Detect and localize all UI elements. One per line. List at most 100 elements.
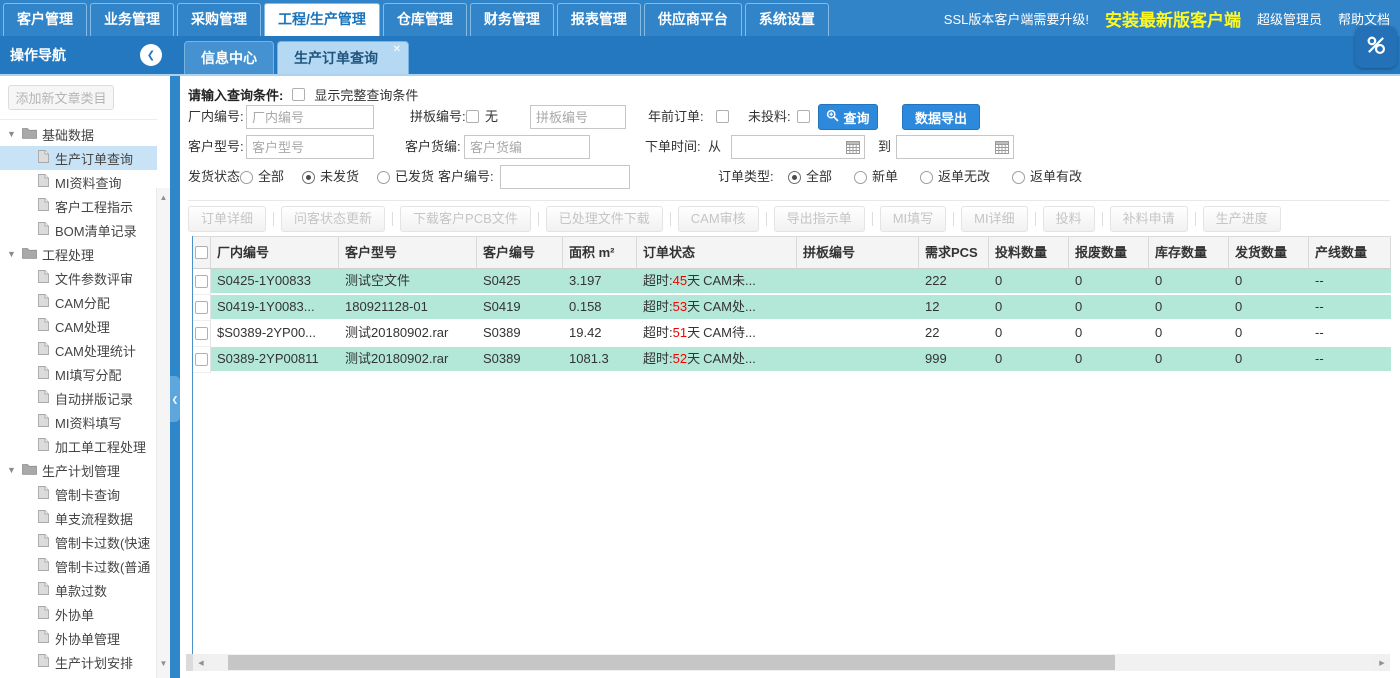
radio-option[interactable]: 返单有改: [1012, 164, 1082, 190]
tree-item[interactable]: 外协单管理: [0, 626, 157, 650]
calendar-icon[interactable]: [995, 141, 1009, 154]
tree-folder[interactable]: ▼ 生产计划管理: [0, 458, 157, 482]
select-all-header[interactable]: [193, 236, 211, 269]
show-full-conditions-checkbox[interactable]: [292, 88, 305, 101]
tree-item[interactable]: 单款过数: [0, 578, 157, 602]
select-all-checkbox[interactable]: [195, 246, 208, 259]
nav-tab[interactable]: 供应商平台: [644, 3, 742, 36]
radio-option[interactable]: 返单无改: [920, 164, 990, 190]
customer-no-input[interactable]: [500, 165, 630, 189]
nav-tab[interactable]: 仓库管理: [383, 3, 467, 36]
service-float-button[interactable]: [1355, 26, 1397, 68]
tree-item[interactable]: MI填写分配: [0, 362, 157, 386]
tree-item[interactable]: 单支流程数据: [0, 506, 157, 530]
column-header[interactable]: 客户编号: [477, 236, 563, 269]
column-header[interactable]: 厂内编号: [211, 236, 339, 269]
nav-tab[interactable]: 系统设置: [745, 3, 829, 36]
customer-model-input[interactable]: [246, 135, 374, 159]
tree-item[interactable]: CAM处理统计: [0, 338, 157, 362]
radio-icon[interactable]: [1012, 171, 1025, 184]
column-header[interactable]: 订单状态: [637, 236, 797, 269]
tree-item[interactable]: BOM清单记录: [0, 218, 157, 242]
column-header[interactable]: 拼板编号: [797, 236, 919, 269]
radio-icon[interactable]: [788, 171, 801, 184]
tree-item[interactable]: MI资料填写: [0, 410, 157, 434]
tree-item[interactable]: 生产命书查询: [0, 674, 157, 678]
nav-tab[interactable]: 报表管理: [557, 3, 641, 36]
nav-tab[interactable]: 客户管理: [3, 3, 87, 36]
pre-year-order-checkbox[interactable]: [716, 110, 729, 123]
horizontal-scrollbar[interactable]: ◀ ▶: [186, 654, 1390, 671]
tree-item[interactable]: MI资料查询: [0, 170, 157, 194]
row-checkbox[interactable]: [195, 275, 208, 288]
radio-option[interactable]: 未发货: [302, 164, 359, 190]
current-user[interactable]: 超级管理员: [1257, 9, 1322, 28]
tree-folder[interactable]: ▼ 工程处理: [0, 242, 157, 266]
factory-no-input[interactable]: [246, 105, 374, 129]
row-checkbox[interactable]: [195, 327, 208, 340]
radio-option[interactable]: 全部: [240, 164, 284, 190]
column-header[interactable]: 报废数量: [1069, 236, 1149, 269]
sidebar-splitter[interactable]: ❮: [170, 76, 180, 678]
tree-item[interactable]: CAM分配: [0, 290, 157, 314]
toolbar-button[interactable]: 导出指示单: [774, 206, 865, 232]
scroll-up-icon[interactable]: ▲: [157, 192, 170, 204]
toolbar-button[interactable]: 订单详细: [188, 206, 266, 232]
panel-no-input[interactable]: [530, 105, 626, 129]
toolbar-button[interactable]: 问客状态更新: [281, 206, 385, 232]
column-header[interactable]: 客户型号: [339, 236, 477, 269]
add-category-button[interactable]: 添加新文章类目: [8, 85, 114, 110]
panel-none-checkbox[interactable]: [466, 110, 479, 123]
tree-folder[interactable]: ▼ 基础数据: [0, 122, 157, 146]
table-row[interactable]: S0389-2YP00811 测试20180902.rar S0389 1081…: [193, 347, 1391, 373]
toolbar-button[interactable]: 投料: [1043, 206, 1095, 232]
sidebar-collapse-button[interactable]: ❮: [140, 44, 162, 66]
install-client-link[interactable]: 安装最新版客户端: [1105, 6, 1241, 31]
tree-item[interactable]: 外协单: [0, 602, 157, 626]
scrollbar-thumb[interactable]: [228, 655, 1115, 670]
workspace-tab[interactable]: 信息中心 ✕: [184, 41, 274, 74]
row-checkbox[interactable]: [195, 353, 208, 366]
radio-option[interactable]: 新单: [854, 164, 898, 190]
row-checkbox[interactable]: [195, 301, 208, 314]
toolbar-button[interactable]: CAM审核: [678, 206, 759, 232]
scrollbar-track[interactable]: [209, 654, 1374, 671]
table-row[interactable]: S0419-1Y0083... 180921128-01 S0419 0.158…: [193, 295, 1391, 321]
toolbar-button[interactable]: 生产进度: [1203, 206, 1281, 232]
tree-item[interactable]: 自动拼版记录: [0, 386, 157, 410]
radio-icon[interactable]: [240, 171, 253, 184]
tree-item[interactable]: 管制卡过数(快速: [0, 530, 157, 554]
radio-icon[interactable]: [920, 171, 933, 184]
help-doc-link[interactable]: 帮助文档: [1338, 9, 1390, 28]
column-header[interactable]: 需求PCS: [919, 236, 989, 269]
toolbar-button[interactable]: 已处理文件下载: [546, 206, 663, 232]
close-icon[interactable]: ✕: [393, 44, 401, 56]
radio-icon[interactable]: [377, 171, 390, 184]
tree-item[interactable]: 客户工程指示: [0, 194, 157, 218]
tree-item[interactable]: 文件参数评审: [0, 266, 157, 290]
export-button[interactable]: 数据导出: [902, 104, 980, 130]
tree-item[interactable]: 管制卡过数(普通: [0, 554, 157, 578]
search-button[interactable]: 查询: [818, 104, 878, 130]
tree-item[interactable]: CAM处理: [0, 314, 157, 338]
scroll-down-icon[interactable]: ▼: [157, 658, 170, 670]
toolbar-button[interactable]: MI详细: [961, 206, 1027, 232]
column-header[interactable]: 库存数量: [1149, 236, 1229, 269]
splitter-collapse-handle[interactable]: ❮: [170, 376, 180, 422]
table-row[interactable]: $S0389-2YP00... 测试20180902.rar S0389 19.…: [193, 321, 1391, 347]
calendar-icon[interactable]: [846, 141, 860, 154]
customer-code-input[interactable]: [464, 135, 590, 159]
toolbar-button[interactable]: MI填写: [880, 206, 946, 232]
sidebar-scrollbar[interactable]: ▲ ▼: [156, 188, 170, 678]
column-header[interactable]: 发货数量: [1229, 236, 1309, 269]
column-header[interactable]: 面积 m²: [563, 236, 637, 269]
table-row[interactable]: S0425-1Y00833 测试空文件 S0425 3.197 超时:45天CA…: [193, 269, 1391, 295]
workspace-tab[interactable]: 生产订单查询 ✕: [277, 41, 409, 74]
tree-item[interactable]: 生产计划安排: [0, 650, 157, 674]
nav-tab[interactable]: 采购管理: [177, 3, 261, 36]
order-date-to-input[interactable]: [897, 136, 995, 158]
not-fed-checkbox[interactable]: [797, 110, 810, 123]
order-date-from-input[interactable]: [732, 136, 846, 158]
column-header[interactable]: 投料数量: [989, 236, 1069, 269]
nav-tab[interactable]: 财务管理: [470, 3, 554, 36]
